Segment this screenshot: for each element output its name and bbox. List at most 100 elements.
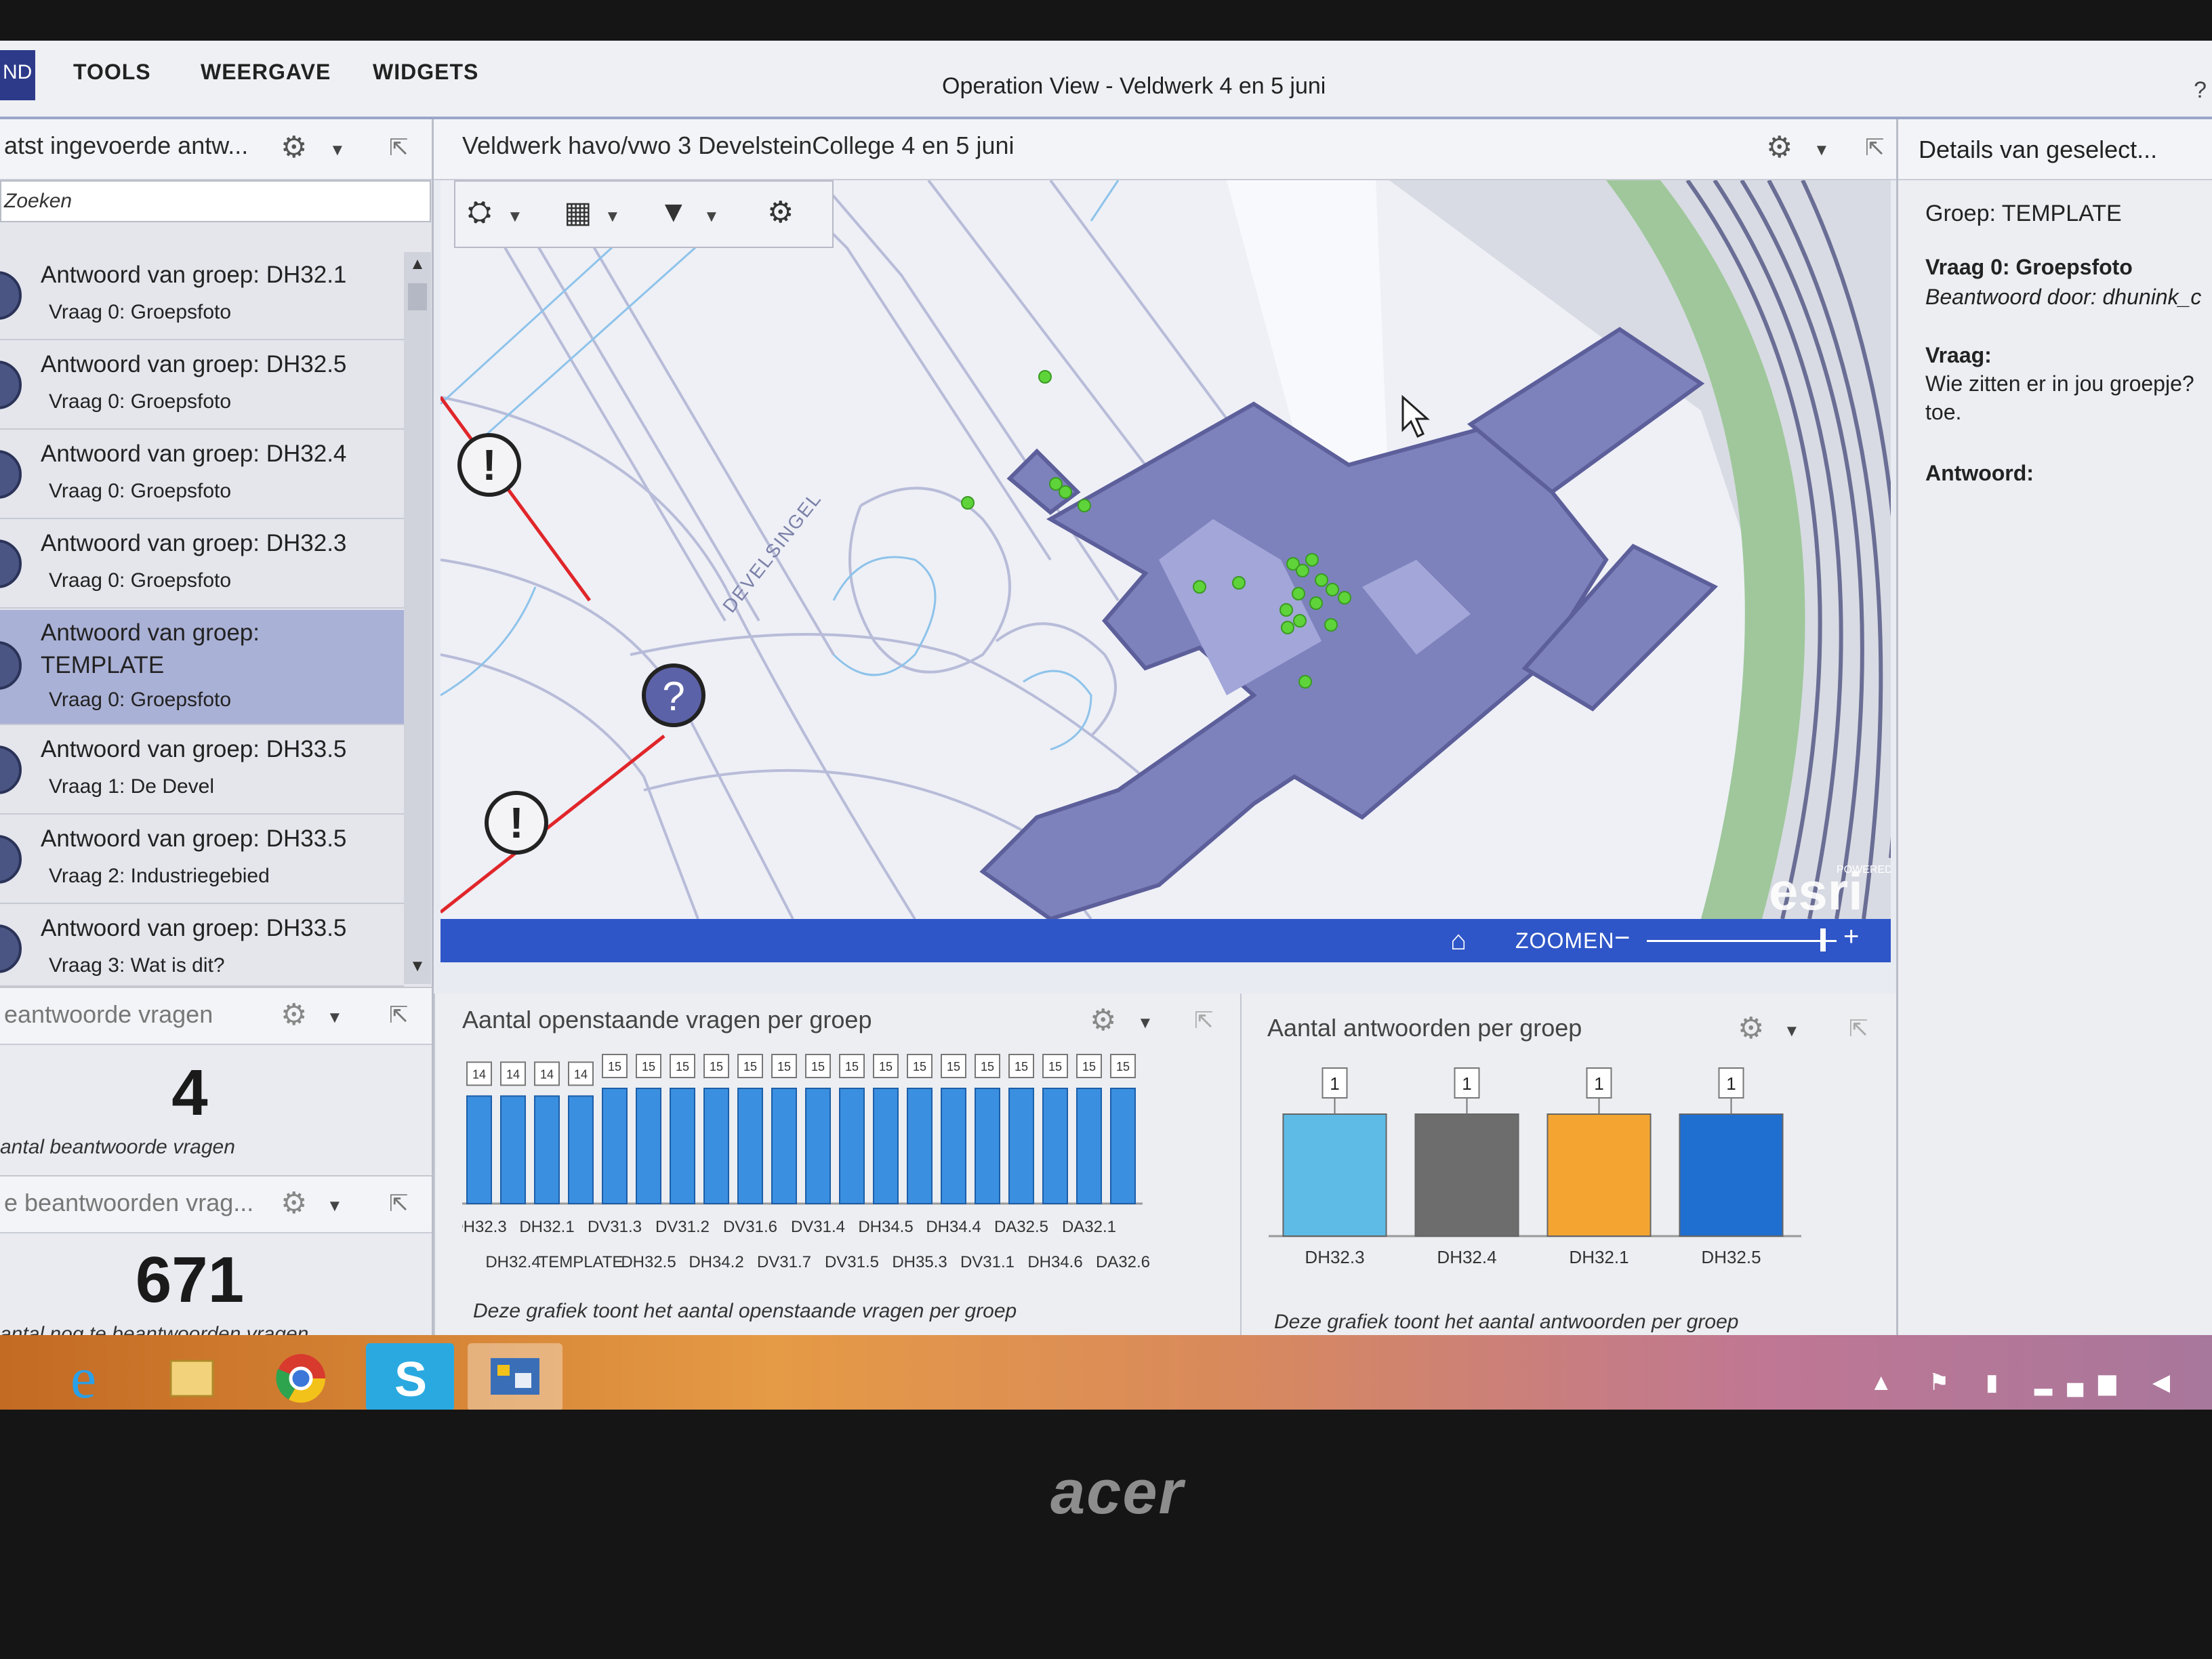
marker-icon	[0, 450, 22, 499]
alert-marker-icon[interactable]: !	[485, 791, 548, 855]
pin-icon[interactable]: ⇱	[1865, 134, 1885, 161]
answered-questions-panel: eantwoorde vragen ⚙ ▼ ⇱ 4 antal beantwoo…	[0, 987, 434, 1175]
data-label: 1	[1726, 1073, 1736, 1094]
map-svg: ! ! ? DEVELSINGEL POWERED esri	[441, 180, 1891, 919]
chevron-down-icon[interactable]: ▼	[605, 207, 621, 226]
answered-count: 4	[171, 1057, 208, 1129]
item-title: Antwoord van groep: DH33.5	[41, 825, 347, 852]
data-label: 1	[1462, 1073, 1471, 1094]
menu-tools[interactable]: TOOLS	[73, 60, 151, 85]
system-tray[interactable]: ▲ ⚑ ▮ ▂▄▆ ◀	[1870, 1369, 2185, 1396]
details-question-label: Vraag:	[1925, 343, 1992, 367]
x-tick-label: DA32.5	[994, 1218, 1048, 1236]
list-item[interactable]: Antwoord van groep: DH33.5 Vraag 1: De D…	[0, 726, 404, 815]
zoom-slider-handle[interactable]	[1820, 928, 1826, 951]
pin-icon[interactable]: ⇱	[1194, 1007, 1214, 1034]
chevron-down-icon[interactable]: ▼	[329, 141, 346, 160]
pin-icon[interactable]: ⇱	[1849, 1015, 1868, 1042]
operation-view-icon[interactable]	[468, 1343, 562, 1410]
item-subtitle: Vraag 0: Groepsfoto	[49, 689, 232, 711]
filter-icon[interactable]: ▼	[659, 195, 689, 229]
list-item[interactable]: Antwoord van groep: DH33.5 Vraag 3: Wat …	[0, 905, 404, 987]
chart-footer: Deze grafiek toont het aantal openstaand…	[473, 1300, 1017, 1322]
list-item-selected[interactable]: Antwoord van groep: TEMPLATE Vraag 0: Gr…	[0, 610, 404, 725]
gear-icon[interactable]: ⚙	[281, 1186, 307, 1221]
x-tick-label: DH32.3	[462, 1218, 507, 1236]
pin-icon[interactable]: ⇱	[389, 1190, 409, 1217]
bar	[1076, 1088, 1102, 1204]
chevron-down-icon[interactable]: ▼	[327, 1008, 343, 1027]
scroll-down-icon[interactable]: ▼	[407, 957, 428, 981]
chart-footer: Deze grafiek toont het aantal antwoorden…	[1274, 1311, 1739, 1333]
home-icon[interactable]: ⌂	[1450, 926, 1467, 956]
zoom-out-button[interactable]: −	[1614, 923, 1630, 954]
item-subtitle: Vraag 0: Groepsfoto	[49, 569, 232, 592]
map-panel: Veldwerk havo/vwo 3 DevelsteinCollege 4 …	[434, 119, 1896, 994]
alert-marker-icon[interactable]: !	[457, 433, 521, 497]
pin-icon[interactable]: ⇱	[389, 1002, 409, 1029]
list-item[interactable]: Antwoord van groep: DH33.5 Vraag 2: Indu…	[0, 816, 404, 904]
scroll-thumb[interactable]	[408, 283, 427, 310]
x-tick-label: DV31.5	[825, 1253, 879, 1267]
chevron-down-icon[interactable]: ▼	[1814, 141, 1830, 160]
svg-text:S: S	[394, 1353, 427, 1407]
bar	[873, 1088, 899, 1204]
search-input[interactable]: Zoeken	[0, 180, 431, 222]
item-title: Antwoord van groep: DH32.3	[41, 530, 347, 556]
chrome-icon[interactable]	[258, 1343, 346, 1410]
menu-item-home[interactable]: ND	[0, 50, 35, 100]
details-panel: Details van geselect... Groep: TEMPLATE …	[1896, 119, 2212, 1410]
question-marker-icon[interactable]: ?	[642, 663, 705, 727]
scroll-up-icon[interactable]: ▲	[407, 255, 428, 279]
zoom-in-button[interactable]: +	[1843, 922, 1859, 952]
chart-title: Aantal antwoorden per groep	[1267, 1014, 1582, 1042]
bar	[839, 1088, 865, 1204]
zoom-label: ZOOMEN	[1515, 928, 1615, 953]
menu-widgets[interactable]: WIDGETS	[373, 60, 478, 85]
x-tick-label: TEMPLATE	[539, 1253, 623, 1267]
pin-icon[interactable]: ⇱	[389, 134, 409, 161]
explorer-icon[interactable]	[148, 1343, 236, 1410]
list-item[interactable]: Antwoord van groep: DH32.3 Vraag 0: Groe…	[0, 520, 404, 609]
menu-weergave[interactable]: WEERGAVE	[201, 60, 331, 85]
x-tick-label: DH34.2	[689, 1253, 743, 1267]
open-questions-chart-panel: Aantal openstaande vragen per groep ⚙ ▼ …	[434, 994, 1240, 1335]
gear-icon[interactable]: ⚙	[1766, 130, 1793, 165]
chevron-down-icon[interactable]: ▼	[703, 207, 720, 226]
x-tick-label: DV31.1	[960, 1253, 1015, 1267]
search-placeholder: Zoeken	[4, 190, 73, 212]
chevron-down-icon[interactable]: ▼	[507, 207, 523, 226]
data-label: 15	[777, 1060, 791, 1073]
gear-icon[interactable]: ⚙	[1738, 1011, 1764, 1046]
skype-icon[interactable]: S	[366, 1343, 454, 1410]
grid-icon[interactable]: ▦	[564, 195, 592, 230]
help-button[interactable]: ?	[2194, 77, 2207, 104]
list-item[interactable]: Antwoord van groep: DH32.1 Vraag 0: Groe…	[0, 252, 404, 340]
list-item[interactable]: Antwoord van groep: DH32.4 Vraag 0: Groe…	[0, 431, 404, 519]
x-tick-label: DV31.4	[791, 1218, 845, 1236]
settings-icon[interactable]: ⚙	[767, 195, 794, 230]
svg-text:!: !	[509, 798, 523, 847]
map-canvas[interactable]: ! ! ? DEVELSINGEL POWERED esri ⛭ ▼ ▦ ▼ ▼…	[441, 180, 1891, 919]
list-item[interactable]: Antwoord van groep: DH32.5 Vraag 0: Groe…	[0, 342, 404, 430]
data-label: 14	[540, 1067, 554, 1081]
details-question-text: Wie zitten er in jou groepje?	[1925, 371, 2194, 396]
bar	[602, 1088, 628, 1204]
chevron-down-icon[interactable]: ▼	[327, 1197, 343, 1216]
data-label: 15	[879, 1060, 893, 1073]
ie-icon[interactable]: e	[38, 1343, 126, 1410]
chevron-down-icon[interactable]: ▼	[1784, 1022, 1800, 1041]
bar	[1110, 1088, 1136, 1204]
layers-icon[interactable]: ⛭	[468, 195, 491, 229]
zoom-slider[interactable]	[1647, 940, 1837, 942]
scrollbar[interactable]: ▲ ▼	[404, 252, 431, 984]
item-subtitle: Vraag 0: Groepsfoto	[49, 480, 232, 502]
bar	[1042, 1088, 1068, 1204]
answered-caption: antal beantwoorde vragen	[0, 1136, 235, 1158]
svg-text:!: !	[482, 441, 496, 489]
x-tick-label: DH32.1	[519, 1218, 574, 1236]
gear-icon[interactable]: ⚙	[281, 998, 307, 1032]
gear-icon[interactable]: ⚙	[1090, 1003, 1116, 1038]
chevron-down-icon[interactable]: ▼	[1137, 1014, 1153, 1033]
gear-icon[interactable]: ⚙	[281, 130, 307, 165]
